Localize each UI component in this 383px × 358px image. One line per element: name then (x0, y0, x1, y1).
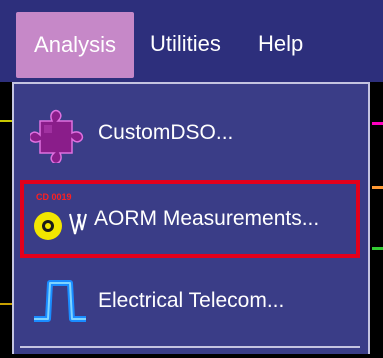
menu-item-customdso[interactable]: CustomDSO... (20, 94, 360, 172)
trace-marker (372, 186, 383, 189)
aorm-badge: CD 0019 (36, 192, 72, 202)
menu-item-electrical-telecom[interactable]: Electrical Telecom... (20, 262, 360, 340)
menu-item-label: Electrical Telecom... (98, 289, 285, 312)
menu-item-label: CustomDSO... (98, 121, 234, 144)
pulse-waveform-icon (34, 280, 86, 322)
menu-help[interactable]: Help (258, 22, 303, 66)
menu-item-label: AORM Measurements... (94, 207, 320, 230)
analysis-dropdown: CustomDSO... CD 0019 AORM Measurements..… (12, 82, 370, 354)
trace-marker (372, 122, 383, 125)
menu-item-aorm-measurements[interactable]: CD 0019 AORM Measurements... (20, 180, 360, 258)
menu-divider (20, 346, 360, 358)
menu-analysis[interactable]: Analysis (16, 12, 134, 78)
trace-marker (372, 247, 383, 250)
aorm-icon: CD 0019 (34, 192, 87, 240)
menu-bar: Analysis Utilities Help (0, 0, 383, 82)
puzzle-icon (30, 109, 84, 163)
menu-utilities[interactable]: Utilities (150, 22, 221, 66)
